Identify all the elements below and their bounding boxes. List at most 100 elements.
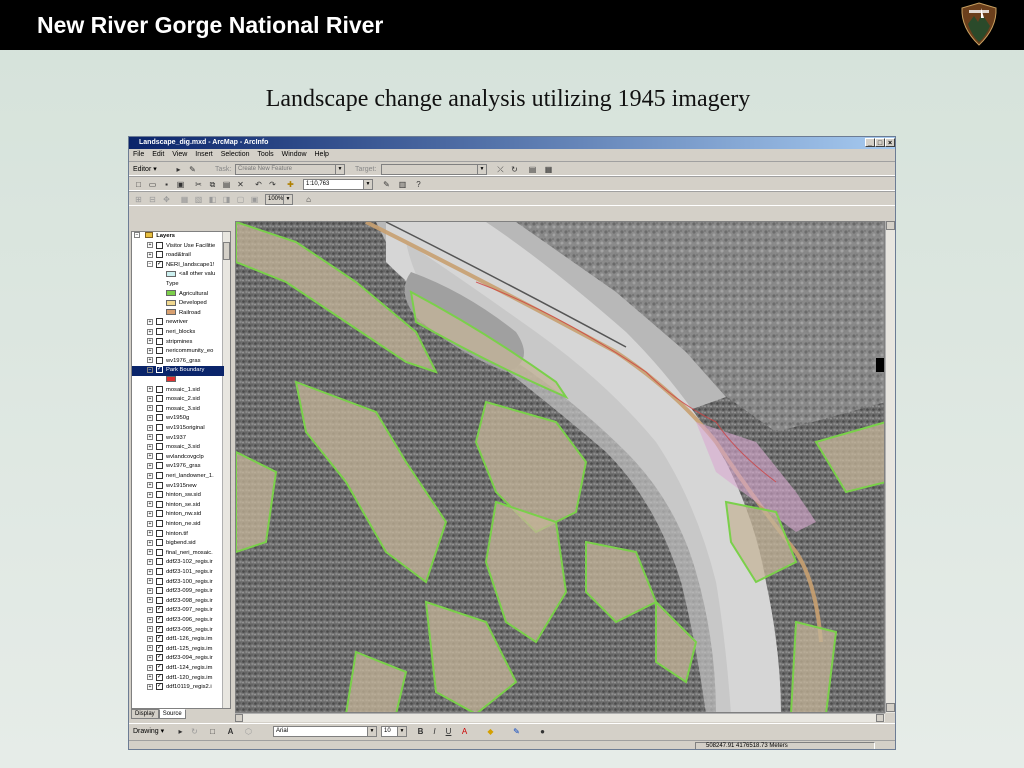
expand-icon[interactable]: + <box>147 242 153 249</box>
layer-visibility-checkbox[interactable] <box>156 251 163 259</box>
layer-visibility-checkbox[interactable] <box>156 577 163 585</box>
layer-visibility-checkbox[interactable] <box>156 414 163 422</box>
layer-visibility-checkbox[interactable]: ✓ <box>156 644 163 652</box>
expand-icon[interactable]: + <box>147 616 153 623</box>
menu-window[interactable]: Window <box>282 151 307 158</box>
expand-icon[interactable]: + <box>147 453 153 460</box>
map-vertical-scrollbar[interactable] <box>885 221 895 713</box>
expand-icon[interactable]: + <box>147 510 153 517</box>
expand-icon[interactable]: + <box>147 338 153 345</box>
layer-visibility-checkbox[interactable] <box>156 510 163 518</box>
map-horizontal-scrollbar[interactable] <box>235 713 885 722</box>
drawing-menu-button[interactable]: Drawing ▾ <box>133 727 164 735</box>
expand-icon[interactable]: + <box>147 587 153 594</box>
collapse-icon[interactable]: − <box>147 366 153 373</box>
layer-visibility-checkbox[interactable] <box>156 337 163 345</box>
copy-icon[interactable]: ⧉ <box>207 179 218 190</box>
expand-icon[interactable]: + <box>147 654 153 661</box>
layer-visibility-checkbox[interactable] <box>156 548 163 556</box>
expand-icon[interactable]: + <box>147 635 153 642</box>
tab-display[interactable]: Display <box>131 709 159 719</box>
expand-icon[interactable]: + <box>147 405 153 412</box>
toc-layer-row[interactable]: + mosaic_1.sid <box>132 385 224 396</box>
layer-visibility-checkbox[interactable] <box>156 481 163 489</box>
zoom-percent-dropdown[interactable]: 100% ▼ <box>265 194 293 205</box>
toc-layer-row[interactable]: + Visitor Use Facilitie <box>132 241 224 252</box>
rectangle-tool-icon[interactable]: □ <box>207 726 218 737</box>
italic-icon[interactable]: I <box>429 726 440 737</box>
toc-layer-row[interactable]: + nericommunity_eo <box>132 347 224 357</box>
expand-icon[interactable]: + <box>147 318 153 325</box>
edit-tool-icon[interactable]: ▸ <box>173 164 184 175</box>
menu-tools[interactable]: Tools <box>257 151 273 158</box>
toc-layer-row[interactable]: + ✓ ddf23-096_regis.ir <box>132 616 224 626</box>
new-document-icon[interactable]: □ <box>133 179 144 190</box>
open-folder-icon[interactable]: ▭ <box>147 179 158 190</box>
redo-icon[interactable]: ↷ <box>267 179 278 190</box>
layer-visibility-checkbox[interactable] <box>156 433 163 441</box>
toc-layer-row[interactable]: + ✓ ddf1-124_regis.im <box>132 664 224 674</box>
expand-icon[interactable]: + <box>147 558 153 565</box>
toc-layer-row[interactable]: + wv1976_gras <box>132 462 224 472</box>
fit-display-icon[interactable]: ▧ <box>193 194 204 205</box>
layer-visibility-checkbox[interactable]: ✓ <box>156 673 163 681</box>
arctoolbox-icon[interactable]: ▥ <box>397 179 408 190</box>
collapse-icon[interactable]: − <box>134 232 140 239</box>
map-scale-dropdown[interactable]: 1:10,763 ▼ <box>303 179 373 190</box>
expand-icon[interactable]: + <box>147 606 153 613</box>
layer-visibility-checkbox[interactable]: ✓ <box>156 606 163 614</box>
layer-visibility-checkbox[interactable]: ✓ <box>156 654 163 662</box>
font-color-icon[interactable]: A <box>459 726 470 737</box>
maximize-button[interactable]: □ <box>875 138 885 147</box>
font-size-dropdown[interactable]: 10 ▼ <box>381 726 407 737</box>
menu-view[interactable]: View <box>172 151 187 158</box>
menu-edit[interactable]: Edit <box>152 151 164 158</box>
toc-layer-row[interactable]: + ✓ ddf1-126_regis.im <box>132 635 224 645</box>
expand-icon[interactable]: + <box>147 395 153 402</box>
rotate-tool-icon[interactable]: ↻ <box>509 164 520 175</box>
rotate-element-icon[interactable]: ↻ <box>189 726 200 737</box>
toc-layer-row[interactable]: + wv1950g <box>132 414 224 424</box>
layer-visibility-checkbox[interactable] <box>156 443 163 451</box>
layer-visibility-checkbox[interactable]: ✓ <box>156 625 163 633</box>
scroll-up-icon[interactable] <box>886 221 895 230</box>
layer-visibility-checkbox[interactable] <box>156 462 163 470</box>
pan-raster-icon[interactable]: ✥ <box>161 194 172 205</box>
layer-visibility-checkbox[interactable] <box>156 558 163 566</box>
zoom-in-fixed-icon[interactable]: ⊞ <box>133 194 144 205</box>
bold-icon[interactable]: B <box>415 726 426 737</box>
scroll-right-icon[interactable] <box>876 714 884 722</box>
map-display[interactable] <box>235 221 885 713</box>
expand-icon[interactable]: + <box>147 482 153 489</box>
layer-visibility-checkbox[interactable] <box>156 539 163 547</box>
target-dropdown[interactable]: ▼ <box>381 164 487 175</box>
layer-visibility-checkbox[interactable]: ✓ <box>156 366 163 374</box>
toc-layer-row[interactable]: + wv1915original <box>132 424 224 434</box>
layer-visibility-checkbox[interactable] <box>156 318 163 326</box>
expand-icon[interactable]: + <box>147 443 153 450</box>
layer-visibility-checkbox[interactable] <box>156 596 163 604</box>
print-icon[interactable]: ▣ <box>175 179 186 190</box>
layer-visibility-checkbox[interactable] <box>156 529 163 537</box>
toc-layer-row[interactable]: + hinton.tif <box>132 529 224 540</box>
toc-layer-row[interactable]: + ✓ ddf1-120_regis.im <box>132 673 224 684</box>
layer-visibility-checkbox[interactable]: ✓ <box>156 635 163 643</box>
expand-icon[interactable]: + <box>147 386 153 393</box>
layout-view-icon[interactable]: ⌂ <box>303 194 314 205</box>
expand-icon[interactable]: + <box>147 251 153 258</box>
close-button[interactable]: × <box>885 138 895 147</box>
minimize-button[interactable]: _ <box>865 138 875 147</box>
toc-layer-row[interactable]: + ddf23-100_regis.ir <box>132 577 224 588</box>
expand-icon[interactable]: + <box>147 626 153 633</box>
toc-layer-row[interactable]: + hinton_ne.sid <box>132 520 224 530</box>
editor-menu-button[interactable]: Editor ▾ <box>133 164 157 175</box>
toc-layer-row[interactable]: + ✓ ddf23-095_regis.ir <box>132 625 224 636</box>
split-tool-icon[interactable]: ⤫ <box>495 164 506 175</box>
collapse-icon[interactable]: − <box>147 261 153 268</box>
toc-layer-row[interactable]: + ✓ ddf10119_regis2.i <box>132 683 224 693</box>
underline-icon[interactable]: U <box>443 726 454 737</box>
toc-layer-row[interactable]: + hinton_sw.sid <box>132 491 224 501</box>
expand-icon[interactable]: + <box>147 328 153 335</box>
toc-layer-row[interactable]: + road&trail <box>132 251 224 261</box>
expand-icon[interactable]: + <box>147 472 153 479</box>
